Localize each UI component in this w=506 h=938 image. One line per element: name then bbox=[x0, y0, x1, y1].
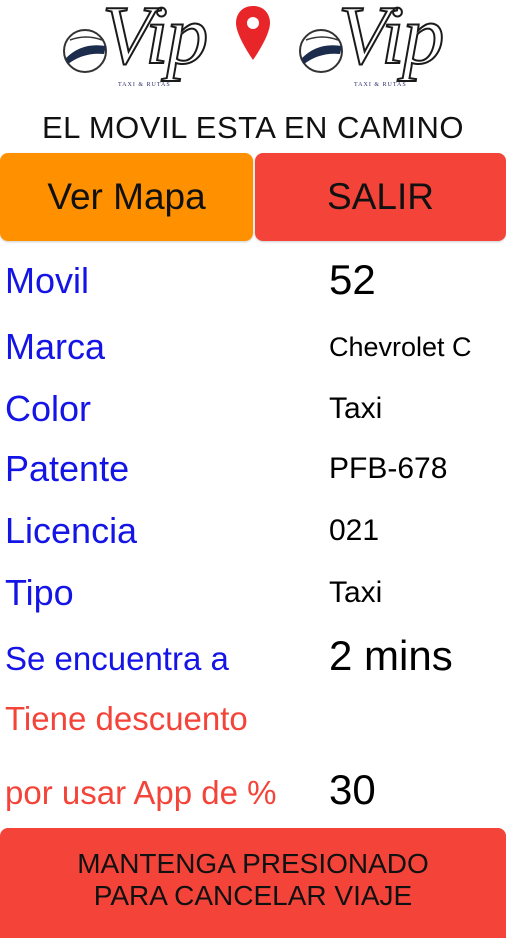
vehicle-row-licencia: Licencia 021 bbox=[0, 506, 506, 566]
field-label: Patente bbox=[5, 448, 130, 489]
cancel-line1: MANTENGA PRESIONADO bbox=[77, 848, 429, 879]
field-label: Tipo bbox=[5, 572, 74, 613]
field-label: Marca bbox=[5, 326, 106, 367]
vehicle-row-patente: Patente PFB-678 bbox=[0, 444, 506, 504]
discount-text-line1: Tiene descuento bbox=[5, 700, 248, 737]
view-map-button[interactable]: Ver Mapa bbox=[0, 153, 253, 241]
vip-logo: Vip TAXI & RUTAS bbox=[62, 0, 212, 94]
discount-value: 30 bbox=[329, 766, 376, 813]
field-label: Color bbox=[5, 388, 92, 429]
field-value: Taxi bbox=[329, 392, 383, 425]
vehicle-row-color: Color Taxi bbox=[0, 384, 506, 444]
vehicle-row-movil: Movil 52 bbox=[0, 256, 506, 316]
status-title: EL MOVIL ESTA EN CAMINO bbox=[41, 110, 465, 145]
cancel-trip-button[interactable]: MANTENGA PRESIONADO PARA CANCELAR VIAJE bbox=[0, 828, 506, 938]
cancel-line2: PARA CANCELAR VIAJE bbox=[93, 880, 413, 911]
vip-logo: Vip TAXI & RUTAS bbox=[298, 0, 448, 94]
discount-text-line2: por usar App de % bbox=[5, 774, 277, 811]
field-value: Chevrolet C bbox=[329, 332, 472, 362]
field-label: Movil bbox=[5, 260, 90, 301]
field-value: 52 bbox=[329, 256, 376, 303]
location-pin-icon bbox=[236, 6, 270, 60]
vehicle-row-eta: Se encuentra a 2 mins bbox=[0, 632, 506, 692]
field-label: Se encuentra a bbox=[5, 640, 229, 677]
field-value: 021 bbox=[329, 514, 380, 547]
field-label: Licencia bbox=[5, 510, 138, 551]
field-value: Taxi bbox=[329, 576, 383, 609]
header-logos: Vip TAXI & RUTAS Vip TAXI & RUTAS bbox=[0, 0, 506, 108]
eta-value: 2 mins bbox=[329, 632, 453, 679]
vehicle-row-tipo: Tipo Taxi bbox=[0, 568, 506, 628]
vehicle-row-marca: Marca Chevrolet C bbox=[0, 322, 506, 382]
exit-button[interactable]: SALIR bbox=[255, 153, 506, 241]
field-value: PFB-678 bbox=[329, 452, 448, 485]
